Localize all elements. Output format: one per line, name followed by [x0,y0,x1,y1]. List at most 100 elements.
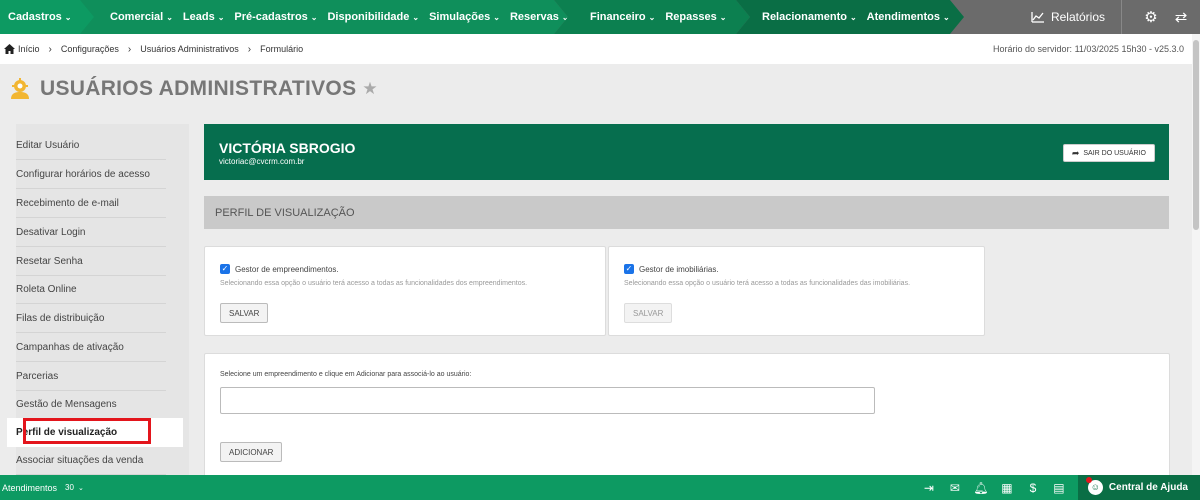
section-title: PERFIL DE VISUALIZAÇÃO [215,206,355,219]
nav-group-cadastros: Cadastros ⌄ [0,0,95,34]
chevron-right-icon: › [48,43,52,55]
sidebar-item-filas-distribuicao[interactable]: Filas de distribuição [16,304,166,333]
nav-leads-label: Leads [182,11,215,23]
nav-simulacoes[interactable]: Simulações ⌄ [429,11,500,23]
checkbox-gestor-empreendimentos[interactable]: ✓ Gestor de empreendimentos. [220,264,339,274]
chevron-right-icon: › [127,43,132,55]
mail-notification-icon[interactable]: ✉ [942,481,968,495]
add-button[interactable]: ADICIONAR [220,442,283,462]
nav-reservas[interactable]: Reservas ⌄ [510,11,568,23]
nav-group-commercial: Comercial ⌄ Leads ⌄ Pré-cadastros ⌄ Disponi… [80,0,568,34]
save-button-disabled[interactable]: SALVAR [624,303,673,323]
user-banner: VICTÓRIA SBROGIO victoriac@cvcrm.com.br … [204,124,1169,180]
sidebar-item-label: Recebimento de e-mail [16,197,119,209]
nav-cadastros[interactable]: Cadastros ⌄ [8,11,72,23]
nav-right-tools: Relatórios ⚙ ⇄ [1019,0,1200,34]
sidebar-item-label: Parcerias [16,370,59,382]
reports-label: Relatórios [1050,10,1105,24]
nav-disponibilidade-label: Disponibilidade [327,11,410,23]
nav-financeiro-label: Financeiro [590,11,646,23]
sidebar-item-parcerias[interactable]: Parcerias [16,362,166,391]
checkbox-checked-icon[interactable]: ✓ [624,264,634,274]
sidebar-item-label: Resetar Senha [16,255,83,267]
chevron-right-icon: › [247,43,252,55]
sidebar-item-recebimento-email[interactable]: Recebimento de e-mail [16,189,166,218]
sidebar-item-label: Campanhas de ativação [16,341,124,353]
checkbox-checked-icon[interactable]: ✓ [220,264,230,274]
chart-line-icon [1031,12,1044,23]
nav-comercial[interactable]: Comercial ⌄ [110,11,173,23]
breadcrumb: Início › Configurações › Usuários Admini… [0,34,1192,64]
reports-link[interactable]: Relatórios [1019,0,1122,34]
nav-pre-cadastros[interactable]: Pré-cadastros ⌄ [234,11,317,23]
breadcrumb-home[interactable]: Início [18,44,40,54]
checkbox-label: Gestor de empreendimentos. [235,264,339,274]
sidebar-item-desativar-login[interactable]: Desativar Login [16,218,166,247]
chevron-down-icon: ⌄ [849,12,857,22]
sidebar-item-editar-usuario[interactable]: Editar Usuário [16,131,166,160]
scrollbar-thumb[interactable] [1193,40,1199,230]
nav-financeiro[interactable]: Financeiro ⌄ [590,11,655,23]
bottom-bar: Atendimentos 30 ⌄ ⇥ ✉ 🔔︎ ▦ $ ▤ ☺ Central… [0,475,1200,500]
user-name: VICTÓRIA SBROGIO [219,140,356,156]
chevron-down-icon: ⌄ [77,484,84,492]
chevron-down-icon: ⌄ [412,12,420,22]
sidebar-item-label: Filas de distribuição [16,312,105,324]
chevron-down-icon: ⌄ [943,12,950,22]
association-label: Selecione um empreendimento e clique em … [220,371,472,378]
nav-group-finance: Financeiro ⌄ Repasses ⌄ [554,0,750,34]
active-item-highlight [23,418,151,444]
nav-repasses[interactable]: Repasses ⌄ [665,11,726,23]
nav-leads[interactable]: Leads ⌄ [183,11,225,23]
card-associar-empreendimento: Selecione um empreendimento e clique em … [204,353,1170,483]
sidebar-item-horarios-acesso[interactable]: Configurar horários de acesso [16,160,166,189]
atendimentos-toggle[interactable]: Atendimentos 30 ⌄ [0,483,84,493]
helper-text: Selecionando essa opção o usuário terá a… [220,280,528,287]
nav-relacionamento[interactable]: Relacionamento ⌄ [762,11,857,23]
section-header: PERFIL DE VISUALIZAÇÃO [204,196,1169,229]
breadcrumb-configuracoes[interactable]: Configurações [61,44,119,54]
exit-user-label: SAIR DO USUÁRIO [1083,149,1146,157]
top-navigation: Cadastros ⌄ Comercial ⌄ Leads ⌄ Pré-cadastr… [0,0,1200,34]
sidebar-item-label: Configurar horários de acesso [16,168,150,180]
sidebar-item-gestao-mensagens[interactable]: Gestão de Mensagens [16,390,166,419]
card-gestor-empreendimentos: ✓ Gestor de empreendimentos. Selecionand… [204,246,606,336]
sidebar-item-label: Desativar Login [16,226,86,238]
checkbox-gestor-imobiliarias[interactable]: ✓ Gestor de imobiliárias. [624,264,719,274]
sidebar-item-roleta-online[interactable]: Roleta Online [16,275,166,304]
nav-group-relationship: Relacionamento ⌄ Atendimentos ⌄ [736,0,964,34]
arrow-to-right-icon[interactable]: ⇥ [916,481,942,495]
nav-simulacoes-label: Simulações [429,11,491,23]
save-button[interactable]: SALVAR [220,303,269,323]
notification-dot [1085,477,1092,483]
star-icon[interactable]: ★ [362,79,377,99]
share-arrow-icon: ➦ [1071,147,1080,158]
nav-cadastros-label: Cadastros [8,11,62,23]
gear-icon[interactable]: ⚙ [1136,8,1166,26]
page-header: USUÁRIOS ADMINISTRATIVOS ★ [8,72,378,106]
switch-arrows-icon[interactable]: ⇄ [1166,8,1196,26]
users-gear-icon [11,78,29,99]
empreendimento-select[interactable] [220,387,875,414]
calendar-icon[interactable]: ▦ [994,481,1020,495]
nav-disponibilidade[interactable]: Disponibilidade ⌄ [327,11,419,23]
help-center-label: Central de Ajuda [1108,482,1188,493]
chevron-down-icon: ⌄ [310,12,318,22]
sidebar-item-associar-situacoes[interactable]: Associar situações da venda [16,446,166,475]
sidebar-item-resetar-senha[interactable]: Resetar Senha [16,247,166,276]
dollar-icon[interactable]: $ [1020,481,1046,495]
breadcrumb-formulario: Formulário [260,44,304,54]
breadcrumb-usuarios[interactable]: Usuários Administrativos [140,44,239,54]
bell-icon[interactable]: 🔔︎ [968,481,994,495]
sidebar-item-label: Editar Usuário [16,139,80,151]
chevron-down-icon: ⌄ [217,12,225,22]
exit-user-button[interactable]: ➦ SAIR DO USUÁRIO [1062,144,1155,162]
chevron-down-icon: ⌄ [719,12,727,22]
help-center-button[interactable]: ☺ Central de Ajuda [1077,475,1200,500]
atendimentos-count: 30 [65,483,74,492]
nav-atendimentos[interactable]: Atendimentos ⌄ [867,11,950,23]
calculator-icon[interactable]: ▤ [1046,481,1072,495]
nav-relacionamento-label: Relacionamento [762,11,847,23]
sidebar-item-campanhas-ativacao[interactable]: Campanhas de ativação [16,333,166,362]
atendimentos-label: Atendimentos [2,482,58,493]
